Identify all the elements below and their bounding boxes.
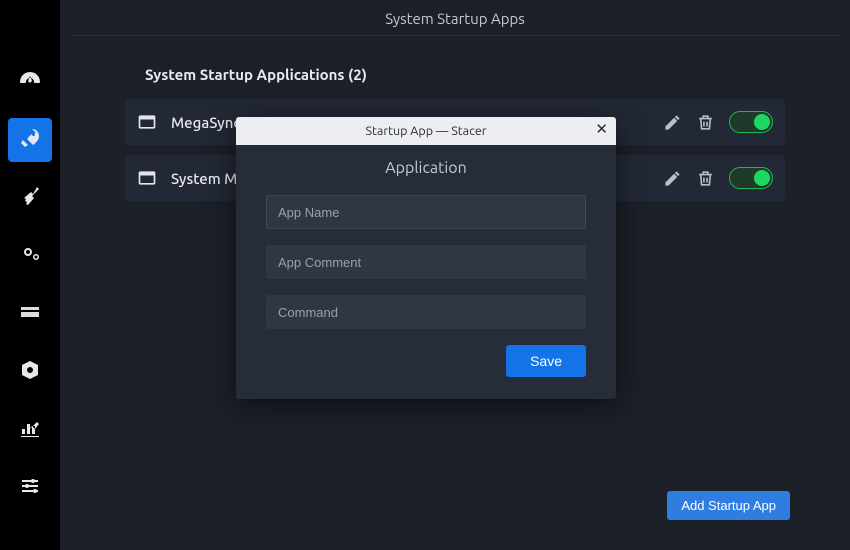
- trash-icon: [696, 113, 715, 132]
- modal-title: Startup App — Stacer: [365, 124, 486, 138]
- close-button[interactable]: ✕: [595, 121, 608, 136]
- broom-icon: [18, 184, 42, 212]
- page-title: System Startup Apps: [70, 0, 840, 36]
- modal-body: Application Save: [236, 145, 616, 399]
- sliders-icon: [18, 474, 42, 502]
- chart-icon: [18, 416, 42, 444]
- sidebar-item-processes[interactable]: [8, 292, 52, 336]
- enable-toggle[interactable]: [729, 167, 773, 189]
- gears-icon: [18, 242, 42, 270]
- sidebar-item-services[interactable]: [8, 234, 52, 278]
- modal-titlebar[interactable]: Startup App — Stacer ✕: [236, 117, 616, 145]
- add-startup-app-modal: Startup App — Stacer ✕ Application Save: [236, 117, 616, 399]
- modal-heading: Application: [266, 159, 586, 177]
- window-icon: [137, 168, 157, 188]
- sidebar-item-dashboard[interactable]: [8, 60, 52, 104]
- sidebar-item-packages[interactable]: [8, 350, 52, 394]
- gauge-icon: [18, 68, 42, 96]
- save-button[interactable]: Save: [506, 345, 586, 377]
- sidebar-item-cleaner[interactable]: [8, 176, 52, 220]
- trash-icon: [696, 169, 715, 188]
- edit-button[interactable]: [663, 113, 682, 132]
- card-icon: [18, 300, 42, 328]
- pencil-icon: [663, 169, 682, 188]
- sidebar-item-settings[interactable]: [8, 466, 52, 510]
- app-name-input[interactable]: [266, 195, 586, 229]
- sidebar: [0, 0, 60, 550]
- delete-button[interactable]: [696, 113, 715, 132]
- app-command-input[interactable]: [266, 295, 586, 329]
- add-startup-app-button[interactable]: Add Startup App: [667, 491, 790, 520]
- sidebar-item-resources[interactable]: [8, 408, 52, 452]
- window-icon: [137, 112, 157, 132]
- section-title: System Startup Applications (2): [145, 66, 840, 83]
- app-comment-input[interactable]: [266, 245, 586, 279]
- rocket-icon: [18, 126, 42, 154]
- sidebar-item-startup[interactable]: [8, 118, 52, 162]
- disk-icon: [18, 358, 42, 386]
- edit-button[interactable]: [663, 169, 682, 188]
- delete-button[interactable]: [696, 169, 715, 188]
- close-icon: ✕: [595, 120, 608, 137]
- enable-toggle[interactable]: [729, 111, 773, 133]
- pencil-icon: [663, 113, 682, 132]
